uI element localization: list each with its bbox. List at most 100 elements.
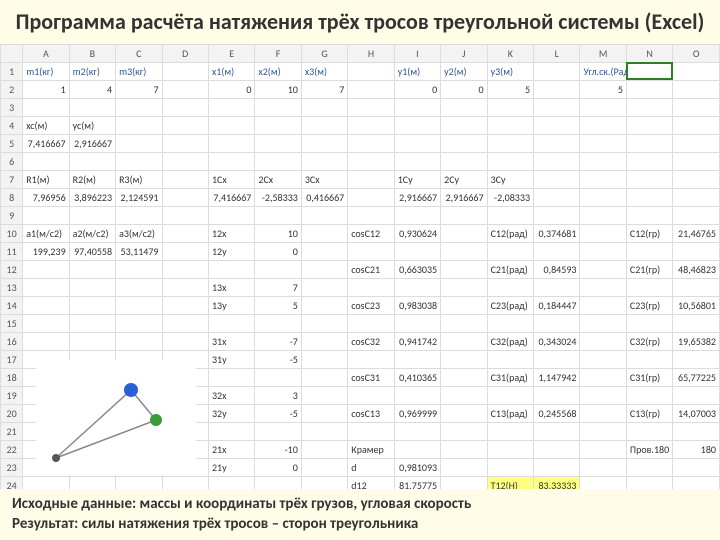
cell-K6[interactable] [487, 152, 533, 170]
cell-A10[interactable]: a1(м/с2) [23, 224, 69, 242]
cell-E17[interactable]: 31y [208, 350, 254, 368]
cell-M2[interactable]: 5 [580, 80, 626, 98]
cell-I3[interactable] [394, 98, 440, 116]
cell-H3[interactable] [348, 98, 394, 116]
cell-K13[interactable] [487, 278, 533, 296]
row-header-17[interactable]: 17 [1, 350, 23, 368]
cell-G20[interactable] [301, 404, 347, 422]
cell-M3[interactable] [580, 98, 626, 116]
cell-I19[interactable] [394, 386, 440, 404]
cell-J19[interactable] [441, 386, 487, 404]
cell-J8[interactable]: 2,916667 [441, 188, 487, 206]
cell-J5[interactable] [441, 134, 487, 152]
cell-C9[interactable] [116, 206, 162, 224]
cell-B6[interactable] [69, 152, 115, 170]
cell-C2[interactable]: 7 [116, 80, 162, 98]
col-header-O[interactable]: O [673, 44, 720, 62]
cell-L23[interactable] [534, 458, 580, 476]
cell-G11[interactable] [301, 242, 347, 260]
cell-M17[interactable] [580, 350, 626, 368]
col-header-F[interactable]: F [255, 44, 301, 62]
cell-F17[interactable]: -5 [255, 350, 301, 368]
cell-A5[interactable]: 7,416667 [23, 134, 69, 152]
row-header-2[interactable]: 2 [1, 80, 23, 98]
cell-M18[interactable] [580, 368, 626, 386]
cell-D6[interactable] [162, 152, 208, 170]
cell-D1[interactable] [162, 62, 208, 80]
cell-O6[interactable] [673, 152, 720, 170]
row-header-7[interactable]: 7 [1, 170, 23, 188]
cell-D2[interactable] [162, 80, 208, 98]
cell-G15[interactable] [301, 314, 347, 332]
cell-N22[interactable]: Пров.180 [626, 440, 672, 458]
cell-N13[interactable] [626, 278, 672, 296]
cell-B10[interactable]: a2(м/с2) [69, 224, 115, 242]
cell-A9[interactable] [23, 206, 69, 224]
cell-E14[interactable]: 13y [208, 296, 254, 314]
cell-G23[interactable] [301, 458, 347, 476]
cell-E13[interactable]: 13x [208, 278, 254, 296]
cell-F6[interactable] [255, 152, 301, 170]
cell-J9[interactable] [441, 206, 487, 224]
cell-G19[interactable] [301, 386, 347, 404]
cell-O17[interactable] [673, 350, 720, 368]
row-header-15[interactable]: 15 [1, 314, 23, 332]
cell-J23[interactable] [441, 458, 487, 476]
cell-O14[interactable]: 10,56801 [673, 296, 720, 314]
cell-F22[interactable]: -10 [255, 440, 301, 458]
cell-L10[interactable]: 0,374681 [534, 224, 580, 242]
cell-I17[interactable] [394, 350, 440, 368]
cell-O15[interactable] [673, 314, 720, 332]
cell-J10[interactable] [441, 224, 487, 242]
cell-C14[interactable] [116, 296, 162, 314]
cell-B5[interactable]: 2,916667 [69, 134, 115, 152]
cell-I2[interactable]: 0 [394, 80, 440, 98]
col-header-E[interactable]: E [208, 44, 254, 62]
row-header-12[interactable]: 12 [1, 260, 23, 278]
cell-I12[interactable]: 0,663035 [394, 260, 440, 278]
cell-M8[interactable] [580, 188, 626, 206]
cell-K23[interactable] [487, 458, 533, 476]
cell-L12[interactable]: 0,84593 [534, 260, 580, 278]
col-header-J[interactable]: J [441, 44, 487, 62]
cell-I8[interactable]: 2,916667 [394, 188, 440, 206]
cell-L1[interactable] [534, 62, 580, 80]
col-header-H[interactable]: H [348, 44, 394, 62]
cell-J6[interactable] [441, 152, 487, 170]
cell-E18[interactable] [208, 368, 254, 386]
cell-O20[interactable]: 14,07003 [673, 404, 720, 422]
cell-H12[interactable]: cosC21 [348, 260, 394, 278]
cell-B9[interactable] [69, 206, 115, 224]
cell-O7[interactable] [673, 170, 720, 188]
cell-B13[interactable] [69, 278, 115, 296]
cell-M22[interactable] [580, 440, 626, 458]
cell-N16[interactable]: C32(гр) [626, 332, 672, 350]
corner-cell[interactable] [1, 44, 23, 62]
cell-N4[interactable] [626, 116, 672, 134]
cell-B16[interactable] [69, 332, 115, 350]
col-header-C[interactable]: C [116, 44, 162, 62]
cell-L17[interactable] [534, 350, 580, 368]
cell-H19[interactable] [348, 386, 394, 404]
cell-I10[interactable]: 0,930624 [394, 224, 440, 242]
cell-O4[interactable] [673, 116, 720, 134]
cell-M14[interactable] [580, 296, 626, 314]
cell-H23[interactable]: d [348, 458, 394, 476]
cell-A4[interactable]: xc(м) [23, 116, 69, 134]
cell-O10[interactable]: 21,46765 [673, 224, 720, 242]
cell-I1[interactable]: y1(м) [394, 62, 440, 80]
cell-N1[interactable] [626, 62, 672, 80]
cell-O2[interactable] [673, 80, 720, 98]
cell-I20[interactable]: 0,969999 [394, 404, 440, 422]
cell-H21[interactable] [348, 422, 394, 440]
cell-K2[interactable]: 5 [487, 80, 533, 98]
cell-D7[interactable] [162, 170, 208, 188]
cell-M10[interactable] [580, 224, 626, 242]
cell-E15[interactable] [208, 314, 254, 332]
cell-H10[interactable]: cosC12 [348, 224, 394, 242]
cell-I7[interactable]: 1Cy [394, 170, 440, 188]
cell-L16[interactable]: 0,343024 [534, 332, 580, 350]
cell-L18[interactable]: 1,147942 [534, 368, 580, 386]
cell-H8[interactable] [348, 188, 394, 206]
cell-F3[interactable] [255, 98, 301, 116]
